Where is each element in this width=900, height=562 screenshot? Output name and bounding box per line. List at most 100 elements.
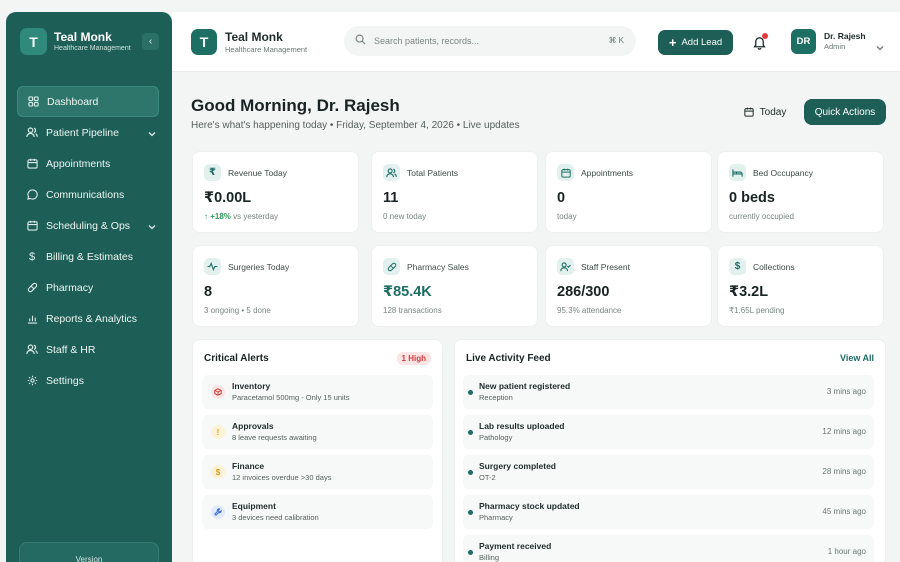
stat-sub: 3 ongoing • 5 done [204, 306, 271, 315]
search-shortcut: ⌘ K [608, 36, 624, 45]
pill-icon [383, 258, 400, 275]
version-badge: Version [19, 542, 159, 562]
user-role: Admin [824, 42, 846, 51]
activity-time: 28 mins ago [822, 467, 866, 476]
stat-value: 11 [383, 190, 399, 206]
stat-card-revenue[interactable]: ₹ Revenue Today ₹0.00L ↑ +18% vs yesterd… [192, 151, 359, 233]
page-title: Good Morning, Dr. Rajesh [191, 96, 400, 115]
sidebar-item-billing-estimates[interactable]: $ Billing & Estimates [17, 241, 159, 272]
sidebar-item-settings[interactable]: Settings [17, 365, 159, 396]
avatar: DR [791, 29, 816, 54]
sidebar-item-label: Scheduling & Ops [46, 219, 131, 232]
stat-card-collections[interactable]: $ Collections ₹3.2L ₹1.65L pending [717, 245, 884, 327]
activity-item[interactable]: Surgery completed OT-2 28 mins ago [463, 455, 874, 489]
stat-card-bed-occupancy[interactable]: Bed Occupancy 0 beds currently occupied [717, 151, 884, 233]
stat-label: Pharmacy Sales [407, 262, 469, 272]
stat-value: ₹0.00L [204, 190, 252, 206]
search-bar[interactable]: ⌘ K [344, 26, 636, 56]
activity-item[interactable]: Payment received Billing 1 hour ago [463, 535, 874, 562]
alert-title: Approvals [232, 421, 274, 431]
header-brand-name: Teal Monk [225, 29, 283, 44]
sidebar-item-label: Settings [46, 374, 84, 387]
today-button[interactable]: Today [735, 101, 795, 123]
activity-item[interactable]: Lab results uploaded Pathology 12 mins a… [463, 415, 874, 449]
dollar-icon: $ [28, 250, 36, 263]
page-subtitle: Here's what's happening today • Friday, … [191, 120, 520, 131]
activity-source: Pharmacy [479, 513, 513, 522]
user-name: Dr. Rajesh [824, 31, 866, 41]
activity-item[interactable]: Pharmacy stock updated Pharmacy 45 mins … [463, 495, 874, 529]
stat-card-pharmacy-sales[interactable]: Pharmacy Sales ₹85.4K 128 transactions [371, 245, 538, 327]
alert-title: Equipment [232, 501, 276, 511]
sidebar-item-communications[interactable]: Communications [17, 179, 159, 210]
quick-actions-button[interactable]: Quick Actions [804, 99, 886, 125]
sidebar-item-pharmacy[interactable]: Pharmacy [17, 272, 159, 303]
stat-sub: today [557, 212, 577, 221]
top-header: T Teal Monk Healthcare Management ⌘ K + … [172, 12, 900, 72]
sidebar-collapse-button[interactable]: ‹ [142, 33, 159, 50]
activity-item[interactable]: New patient registered Reception 3 mins … [463, 375, 874, 409]
sidebar-item-staff-hr[interactable]: Staff & HR [17, 334, 159, 365]
stat-card-appointments[interactable]: Appointments 0 today [545, 151, 712, 233]
status-dot [468, 390, 473, 395]
stat-value: 286/300 [557, 284, 610, 300]
activity-title: Surgery completed [479, 461, 556, 471]
wrench-icon [211, 505, 225, 519]
sidebar-item-reports-analytics[interactable]: Reports & Analytics [17, 303, 159, 334]
activity-source: Pathology [479, 433, 513, 442]
stat-sub: 128 transactions [383, 306, 442, 315]
alert-item-equipment[interactable]: Equipment 3 devices need calibration [202, 495, 433, 529]
alert-title: Finance [232, 461, 265, 471]
pill-icon [26, 282, 38, 294]
activity-title: New patient registered [479, 381, 571, 391]
user-menu[interactable]: DR Dr. Rajesh Admin [791, 29, 884, 54]
priority-badge: 1 High [396, 352, 431, 365]
sidebar-item-label: Billing & Estimates [46, 250, 133, 263]
alert-desc: Paracetamol 500mg - Only 15 units [232, 393, 350, 402]
sidebar-item-patient-pipeline[interactable]: Patient Pipeline [17, 117, 159, 148]
add-lead-button[interactable]: + Add Lead [658, 30, 733, 55]
plus-icon: + [668, 35, 677, 50]
sidebar-item-label: Communications [46, 188, 125, 201]
stat-card-staff-present[interactable]: Staff Present 286/300 95.3% attendance [545, 245, 712, 327]
alert-item-inventory[interactable]: Inventory Paracetamol 500mg - Only 15 un… [202, 375, 433, 409]
view-all-link[interactable]: View All [840, 353, 874, 363]
sidebar-item-label: Patient Pipeline [46, 126, 119, 139]
notifications-button[interactable] [752, 33, 768, 54]
search-icon [355, 32, 366, 50]
users-icon [383, 164, 400, 181]
bell-icon [752, 37, 767, 54]
calendar-icon [743, 107, 754, 117]
panel-title: Critical Alerts [204, 353, 269, 364]
stat-value: 0 beds [729, 190, 775, 206]
add-lead-label: Add Lead [681, 37, 723, 48]
stat-value: 0 [557, 190, 566, 206]
search-input[interactable] [374, 36, 594, 46]
activity-time: 1 hour ago [827, 547, 866, 556]
stat-sub: ↑ +18% vs yesterday [204, 212, 278, 221]
sidebar-item-appointments[interactable]: Appointments [17, 148, 159, 179]
panel-title: Live Activity Feed [466, 353, 551, 364]
chevron-down-icon [148, 128, 156, 140]
stat-label: Collections [753, 262, 795, 272]
sidebar-item-dashboard[interactable]: Dashboard [17, 86, 159, 117]
alert-desc: 8 leave requests awaiting [232, 433, 317, 442]
sidebar-item-label: Reports & Analytics [46, 312, 138, 325]
users-icon [26, 127, 38, 139]
bed-icon [729, 164, 746, 181]
activity-time: 12 mins ago [822, 427, 866, 436]
sidebar-item-scheduling-ops[interactable]: Scheduling & Ops [17, 210, 159, 241]
stat-card-surgeries[interactable]: Surgeries Today 8 3 ongoing • 5 done [192, 245, 359, 327]
stat-value: ₹85.4K [383, 284, 432, 300]
stat-label: Staff Present [581, 262, 630, 272]
chat-icon [26, 189, 38, 201]
stat-label: Bed Occupancy [753, 168, 814, 178]
header-brand: T Teal Monk Healthcare Management [191, 29, 307, 55]
sidebar-item-label: Pharmacy [46, 281, 94, 294]
alert-title: Inventory [232, 381, 271, 391]
activity-source: Reception [479, 393, 513, 402]
activity-title: Lab results uploaded [479, 421, 565, 431]
stat-card-total-patients[interactable]: Total Patients 11 0 new today [371, 151, 538, 233]
alert-item-finance[interactable]: $ Finance 12 invoices overdue >30 days [202, 455, 433, 489]
alert-item-approvals[interactable]: ! Approvals 8 leave requests awaiting [202, 415, 433, 449]
